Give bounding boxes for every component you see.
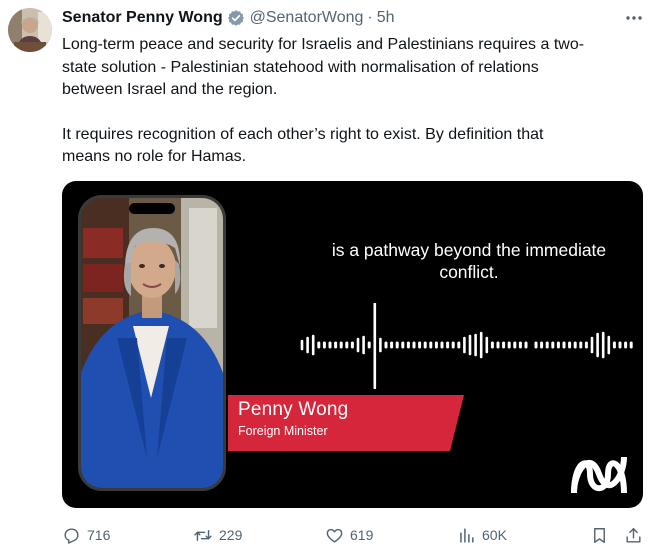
bookmark-button[interactable] [590,522,615,548]
bookmark-icon [594,527,605,543]
repost-icon [194,529,212,541]
tweet-text: Long-term peace and security for Israeli… [62,34,642,169]
views-button[interactable]: 60K [457,522,507,548]
repost-button[interactable]: 229 [193,522,242,548]
tweet-header: Senator Penny Wong @SenatorWong · 5h [62,7,395,29]
speaker-role: Foreign Minister [238,424,328,438]
reply-icon [64,527,79,544]
caption-text: is a pathway beyond the immediate confli… [331,240,607,282]
speaker-photo [81,198,223,488]
verified-badge-icon [227,9,245,27]
share-button[interactable] [624,522,649,548]
reply-button[interactable]: 716 [62,522,110,548]
author-name[interactable]: Senator Penny Wong [62,9,223,27]
tweet-paragraph-1: Long-term peace and security for Israeli… [62,36,585,98]
reply-count: 716 [87,527,111,543]
like-count: 619 [350,527,374,543]
tweet-timestamp[interactable]: 5h [377,9,395,27]
tweet[interactable]: Senator Penny Wong @SenatorWong · 5h Lon… [0,0,662,560]
tweet-paragraph-2: It requires recognition of each other’s … [62,125,544,166]
phone-notch [129,203,175,214]
views-icon [460,527,474,543]
repost-count: 229 [219,527,243,543]
speaker-name: Penny Wong [238,399,349,420]
action-bar: 716 229 619 60K [62,522,646,548]
views-count: 60K [482,527,507,543]
share-icon [626,527,641,543]
author-handle[interactable]: @SenatorWong [250,9,364,27]
video-caption: is a pathway beyond the immediate confli… [294,239,643,283]
lower-third-nameplate: Penny Wong Foreign Minister [228,395,464,451]
avatar[interactable] [8,8,52,52]
abc-logo [571,456,627,494]
like-button[interactable]: 619 [325,522,373,548]
heart-icon [326,528,343,543]
phone-frame [78,195,226,491]
more-options-icon[interactable] [624,8,644,28]
video-player[interactable]: is a pathway beyond the immediate confli… [62,181,643,508]
separator-dot: · [367,9,373,26]
audio-waveform [300,303,633,389]
